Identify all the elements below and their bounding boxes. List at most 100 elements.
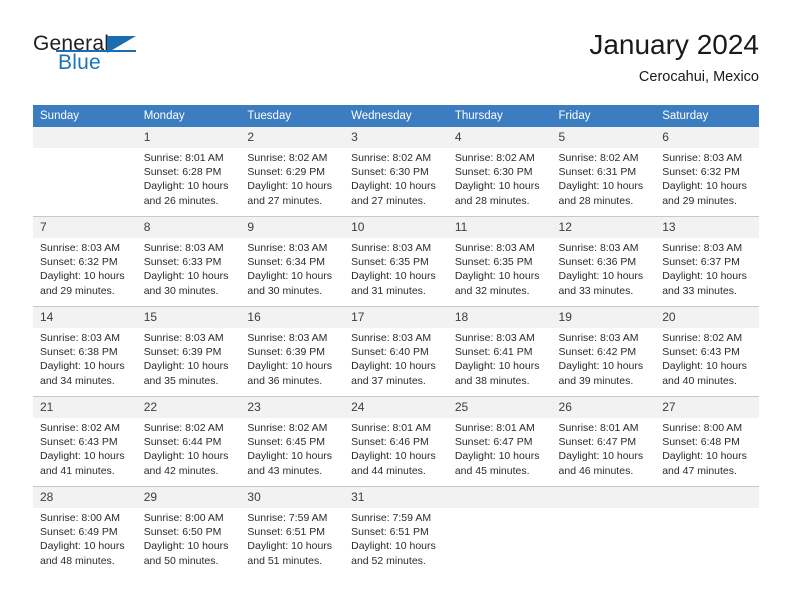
sunset-text: Sunset: 6:51 PM [247, 526, 326, 539]
sunrise-text: Sunrise: 8:03 AM [351, 332, 432, 344]
day-cell[interactable]: 4 Sunrise: 8:02 AM Sunset: 6:30 PM Daylight… [447, 127, 552, 217]
sunrise-text: Sunrise: 8:02 AM [247, 422, 328, 434]
day-cell[interactable]: 31 Sunrise: 7:59 AM Sunset: 6:51 PM Dayligh… [344, 486, 448, 576]
sunset-text: Sunset: 6:32 PM [40, 256, 118, 269]
day-details: Sunrise: 8:00 AM Sunset: 6:48 PM Daylight:… [655, 418, 759, 478]
daylight-text-line1: Daylight: 10 hours [558, 450, 644, 463]
week-row: 21 Sunrise: 8:02 AM Sunset: 6:43 PM Dayligh… [33, 396, 759, 487]
daylight-text-line2: and 39 minutes. [558, 374, 634, 387]
sunset-text: Sunset: 6:29 PM [247, 166, 326, 179]
sunset-text: Sunset: 6:46 PM [351, 436, 429, 449]
day-cell[interactable]: 7 Sunrise: 8:03 AM Sunset: 6:32 PM Daylight… [33, 216, 137, 307]
day-cell[interactable]: 23 Sunrise: 8:02 AM Sunset: 6:45 PM Dayligh… [240, 396, 345, 487]
daylight-text-line1: Daylight: 10 hours [40, 270, 125, 283]
sunset-text: Sunset: 6:47 PM [558, 436, 637, 449]
day-cell[interactable]: 21 Sunrise: 8:02 AM Sunset: 6:43 PM Dayligh… [33, 396, 137, 487]
daylight-text-line2: and 36 minutes. [247, 374, 323, 387]
day-cell[interactable]: 17 Sunrise: 8:03 AM Sunset: 6:40 PM Dayligh… [344, 306, 448, 397]
daylight-text-line1: Daylight: 10 hours [143, 540, 229, 553]
daylight-text-line1: Daylight: 10 hours [454, 360, 540, 373]
day-number: 25 [447, 397, 552, 418]
day-cell[interactable]: 25 Sunrise: 8:01 AM Sunset: 6:47 PM Dayligh… [447, 396, 552, 487]
day-cell[interactable]: 14 Sunrise: 8:03 AM Sunset: 6:38 PM Dayligh… [33, 306, 137, 397]
day-cell[interactable]: 30 Sunrise: 7:59 AM Sunset: 6:51 PM Dayligh… [240, 486, 345, 576]
sunset-text: Sunset: 6:47 PM [454, 436, 533, 449]
week-row: 14 Sunrise: 8:03 AM Sunset: 6:38 PM Dayligh… [33, 306, 759, 397]
day-cell[interactable]: 29 Sunrise: 8:00 AM Sunset: 6:50 PM Dayligh… [136, 486, 241, 576]
day-cell[interactable]: 8 Sunrise: 8:03 AM Sunset: 6:33 PM Daylight… [136, 216, 241, 307]
daylight-text-line1: Daylight: 10 hours [247, 540, 333, 553]
day-cell[interactable]: 28 Sunrise: 8:00 AM Sunset: 6:49 PM Dayligh… [33, 486, 137, 576]
daylight-text-line2: and 26 minutes. [143, 194, 219, 207]
sunrise-text: Sunrise: 8:03 AM [558, 332, 639, 344]
sunrise-text: Sunrise: 8:03 AM [40, 242, 120, 254]
day-cell[interactable]: 12 Sunrise: 8:03 AM Sunset: 6:36 PM Dayligh… [551, 216, 656, 307]
day-cell[interactable]: 1 Sunrise: 8:01 AM Sunset: 6:28 PM Daylight… [136, 127, 241, 217]
general-blue-logo[interactable]: General Blue [33, 32, 153, 84]
daylight-text-line2: and 44 minutes. [351, 464, 426, 477]
daylight-text-line2: and 41 minutes. [40, 464, 115, 477]
day-number: 28 [33, 487, 137, 508]
day-cell[interactable]: 16 Sunrise: 8:03 AM Sunset: 6:39 PM Dayligh… [240, 306, 345, 397]
day-number: 10 [344, 217, 448, 238]
day-details: Sunrise: 8:03 AM Sunset: 6:33 PM Daylight:… [137, 238, 241, 298]
day-cell[interactable]: 20 Sunrise: 8:02 AM Sunset: 6:43 PM Dayligh… [655, 306, 759, 397]
daylight-text-line1: Daylight: 10 hours [143, 360, 229, 373]
weekday-header-row: Sunday Monday Tuesday Wednesday Thursday… [33, 105, 759, 127]
day-cell[interactable] [33, 127, 137, 217]
sunrise-text: Sunrise: 8:02 AM [247, 152, 328, 164]
day-details [552, 508, 656, 511]
day-cell[interactable]: 3 Sunrise: 8:02 AM Sunset: 6:30 PM Daylight… [344, 127, 448, 217]
day-details: Sunrise: 8:00 AM Sunset: 6:50 PM Daylight:… [137, 508, 241, 568]
day-details: Sunrise: 8:02 AM Sunset: 6:30 PM Daylight:… [448, 148, 552, 208]
day-cell[interactable]: 11 Sunrise: 8:03 AM Sunset: 6:35 PM Dayligh… [447, 216, 552, 307]
sunrise-text: Sunrise: 8:01 AM [454, 422, 535, 434]
sunrise-text: Sunrise: 7:59 AM [247, 512, 328, 524]
day-cell[interactable]: 2 Sunrise: 8:02 AM Sunset: 6:29 PM Daylight… [240, 127, 345, 217]
sunset-text: Sunset: 6:36 PM [558, 256, 637, 269]
day-number: 15 [136, 307, 241, 328]
sunset-text: Sunset: 6:43 PM [662, 346, 740, 359]
day-number: 18 [447, 307, 552, 328]
day-cell[interactable]: 15 Sunrise: 8:03 AM Sunset: 6:39 PM Dayligh… [136, 306, 241, 397]
day-number: 20 [655, 307, 759, 328]
day-cell[interactable]: 19 Sunrise: 8:03 AM Sunset: 6:42 PM Dayligh… [551, 306, 656, 397]
daylight-text-line2: and 33 minutes. [558, 284, 634, 297]
weekday-header-tuesday: Tuesday [240, 105, 345, 127]
sunset-text: Sunset: 6:28 PM [143, 166, 222, 179]
daylight-text-line1: Daylight: 10 hours [247, 450, 333, 463]
day-cell[interactable]: 18 Sunrise: 8:03 AM Sunset: 6:41 PM Dayligh… [447, 306, 552, 397]
day-cell[interactable] [551, 486, 656, 576]
day-cell[interactable] [655, 486, 759, 576]
daylight-text-line2: and 46 minutes. [558, 464, 634, 477]
day-cell[interactable]: 26 Sunrise: 8:01 AM Sunset: 6:47 PM Dayligh… [551, 396, 656, 487]
day-details: Sunrise: 8:01 AM Sunset: 6:46 PM Daylight:… [344, 418, 448, 478]
weekday-header-friday: Friday [551, 105, 656, 127]
day-cell[interactable]: 5 Sunrise: 8:02 AM Sunset: 6:31 PM Daylight… [551, 127, 656, 217]
day-cell[interactable]: 6 Sunrise: 8:03 AM Sunset: 6:32 PM Daylight… [655, 127, 759, 217]
daylight-text-line1: Daylight: 10 hours [454, 270, 540, 283]
daylight-text-line1: Daylight: 10 hours [40, 540, 125, 553]
day-cell[interactable] [447, 486, 552, 576]
day-number: 4 [447, 127, 552, 148]
sunset-text: Sunset: 6:39 PM [247, 346, 326, 359]
daylight-text-line2: and 45 minutes. [454, 464, 530, 477]
sunrise-text: Sunrise: 8:01 AM [143, 152, 224, 164]
day-cell[interactable]: 9 Sunrise: 8:03 AM Sunset: 6:34 PM Daylight… [240, 216, 345, 307]
sunrise-text: Sunrise: 8:03 AM [247, 332, 328, 344]
daylight-text-line1: Daylight: 10 hours [143, 270, 229, 283]
day-number [655, 487, 759, 508]
day-cell[interactable]: 24 Sunrise: 8:01 AM Sunset: 6:46 PM Dayligh… [344, 396, 448, 487]
calendar-body: 1 Sunrise: 8:01 AM Sunset: 6:28 PM Daylight… [33, 127, 759, 576]
daylight-text-line1: Daylight: 10 hours [247, 180, 333, 193]
sunrise-text: Sunrise: 8:01 AM [558, 422, 639, 434]
day-cell[interactable]: 10 Sunrise: 8:03 AM Sunset: 6:35 PM Dayligh… [344, 216, 448, 307]
sunrise-text: Sunrise: 8:02 AM [662, 332, 743, 344]
day-cell[interactable]: 22 Sunrise: 8:02 AM Sunset: 6:44 PM Dayligh… [136, 396, 241, 487]
day-details: Sunrise: 8:02 AM Sunset: 6:45 PM Daylight:… [240, 418, 344, 478]
sunset-text: Sunset: 6:37 PM [662, 256, 740, 269]
day-cell[interactable]: 27 Sunrise: 8:00 AM Sunset: 6:48 PM Dayligh… [655, 396, 759, 487]
sunset-text: Sunset: 6:40 PM [351, 346, 429, 359]
weekday-header-saturday: Saturday [655, 105, 759, 127]
day-cell[interactable]: 13 Sunrise: 8:03 AM Sunset: 6:37 PM Dayligh… [655, 216, 759, 307]
